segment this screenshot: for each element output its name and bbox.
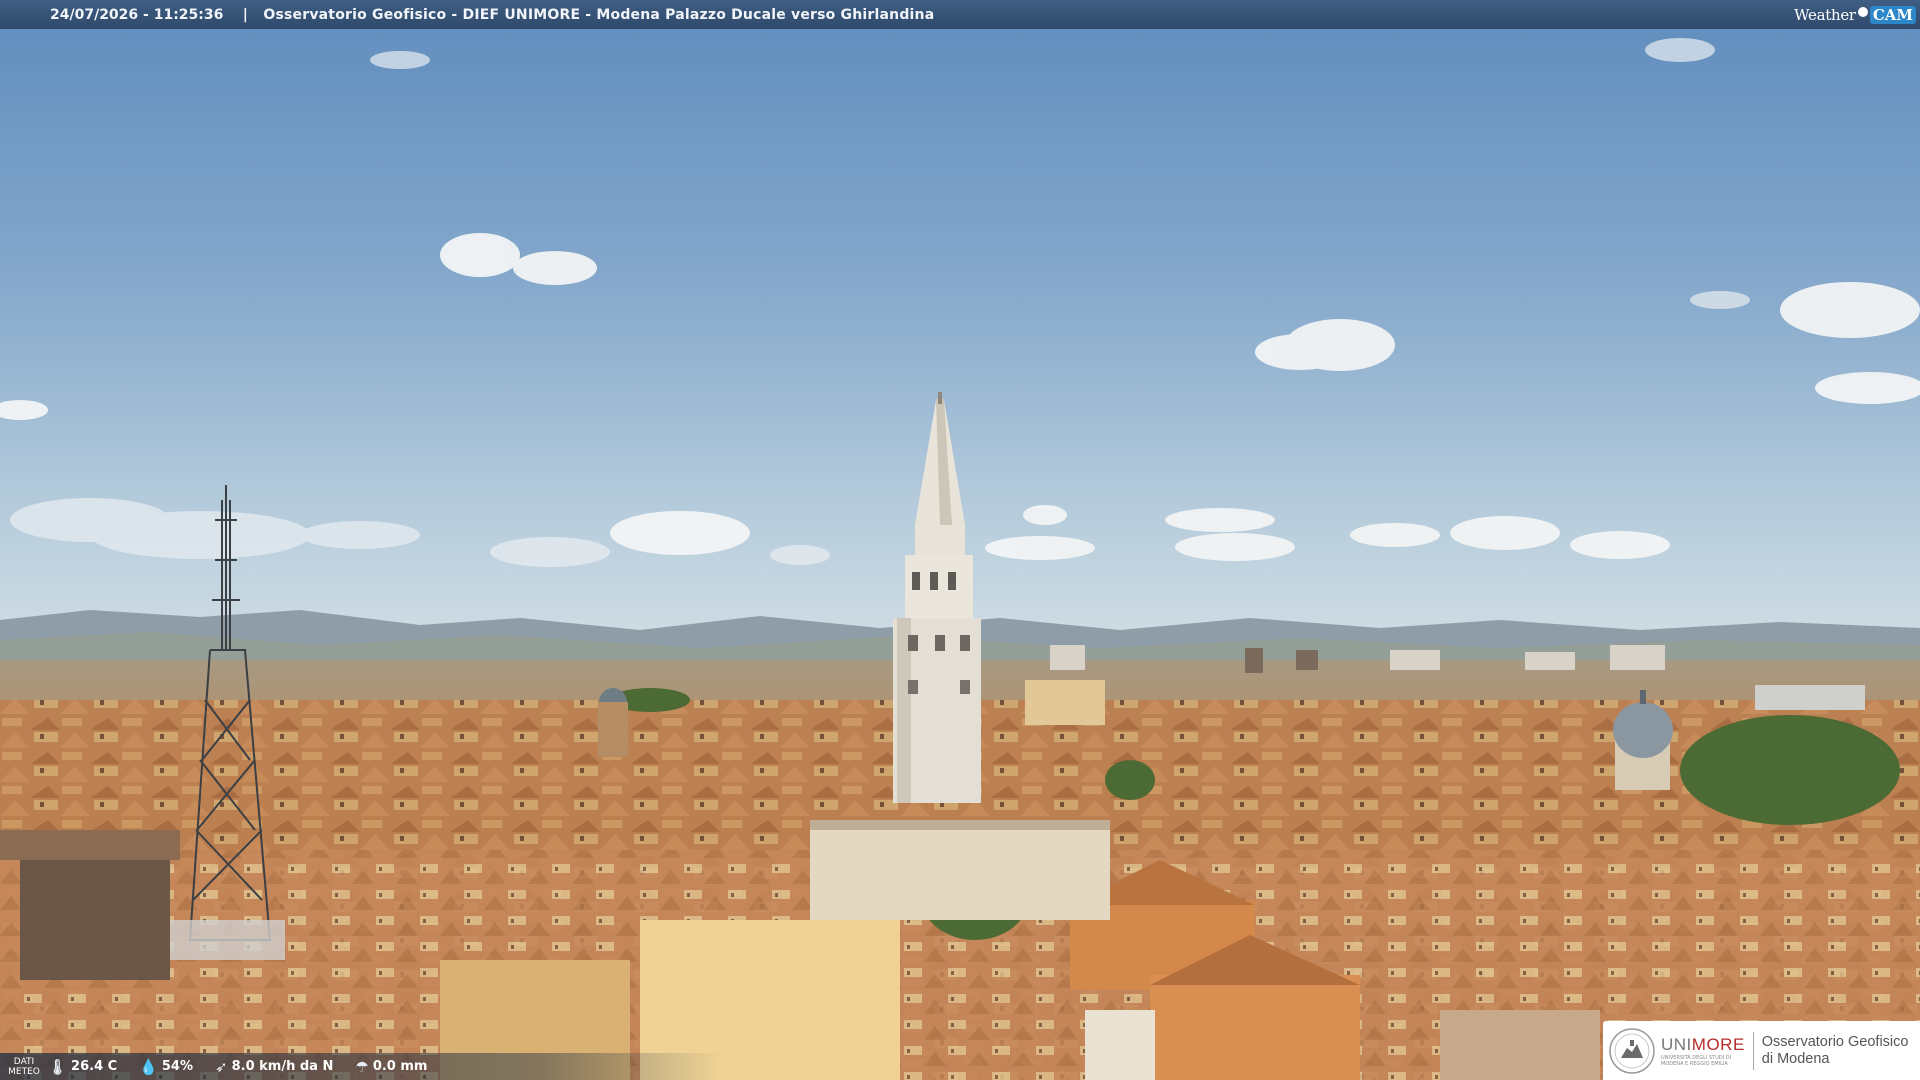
meteo-label: DATI METEO <box>0 1057 48 1077</box>
droplet-icon: 💧 <box>139 1057 158 1076</box>
unimore-wordmark: UNIMORE UNIVERSITÀ DEGLI STUDI DI MODENA… <box>1661 1035 1745 1067</box>
humidity-value: 54% <box>161 1059 194 1074</box>
rain-icon: ☂ <box>355 1057 369 1076</box>
unimore-subtitle-2: MODENA E REGGIO EMILIA <box>1661 1060 1728 1067</box>
thermometer-icon: 🌡 <box>48 1057 68 1076</box>
humidity-reading: 💧 54% <box>139 1058 193 1076</box>
unimore-prefix: UNI <box>1661 1034 1692 1054</box>
wind-reading: ➶ 8.0 km/h da N <box>215 1058 333 1076</box>
observatory-line2: di Modena <box>1761 1050 1830 1067</box>
camera-title: Osservatorio Geofisico - DIEF UNIMORE - … <box>263 6 935 23</box>
brand-cam-text: CAM <box>1869 5 1916 24</box>
weathercam-logo: Weather CAM <box>1794 3 1916 26</box>
unimore-name: UNIMORE <box>1661 1035 1745 1055</box>
timestamp: 24/07/2026 - 11:25:36 <box>50 6 224 23</box>
meteo-label-line1: DATI <box>13 1056 35 1067</box>
logo-divider <box>1752 1031 1754 1070</box>
university-seal-icon <box>1609 1027 1655 1074</box>
webcam-image <box>0 0 1920 1080</box>
rain-value: 0.0 mm <box>372 1059 428 1074</box>
unimore-logo-box: UNIMORE UNIVERSITÀ DEGLI STUDI DI MODENA… <box>1603 1021 1920 1080</box>
meteo-bar: DATI METEO 🌡 26.4 C 💧 54% ➶ 8.0 km/h da … <box>0 1053 720 1080</box>
unimore-suffix: MORE <box>1691 1034 1745 1054</box>
wind-icon: ➶ <box>215 1057 228 1076</box>
separator: | <box>242 6 248 23</box>
temperature-reading: 🌡 26.4 C <box>48 1058 117 1076</box>
brand-dot-icon <box>1857 6 1868 17</box>
temperature-value: 26.4 C <box>71 1059 118 1074</box>
rain-reading: ☂ 0.0 mm <box>355 1058 427 1076</box>
caption-bar: 24/07/2026 - 11:25:36 | Osservatorio Geo… <box>0 0 1920 29</box>
brand-weather-text: Weather <box>1794 5 1856 24</box>
observatory-line1: Osservatorio Geofisico <box>1761 1033 1909 1050</box>
observatory-name: Osservatorio Geofisico di Modena <box>1762 1034 1909 1068</box>
wind-value: 8.0 km/h da N <box>231 1059 334 1074</box>
meteo-label-line2: METEO <box>8 1066 40 1077</box>
